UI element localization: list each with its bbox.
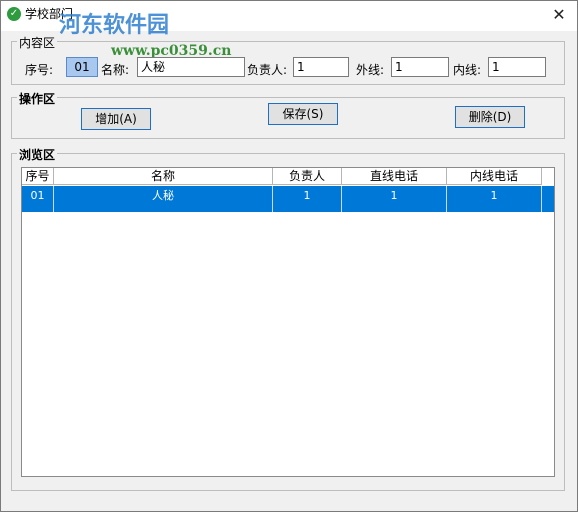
- internal-line-field[interactable]: 1: [488, 57, 546, 77]
- name-field[interactable]: 人秘: [137, 57, 245, 77]
- cell-owner: 1: [273, 186, 342, 212]
- col-header-internal-phone[interactable]: 内线电话: [447, 168, 542, 185]
- table-row[interactable]: 01 人秘 1 1 1: [22, 186, 554, 212]
- check-circle-icon: ✓: [7, 7, 21, 21]
- internal-line-label: 内线:: [453, 63, 482, 77]
- index-field[interactable]: 01: [66, 57, 98, 77]
- cell-internal-phone: 1: [447, 186, 542, 212]
- external-line-label: 外线:: [356, 63, 385, 77]
- save-button[interactable]: 保存(S): [268, 103, 338, 125]
- cell-direct-phone: 1: [342, 186, 447, 212]
- col-header-name[interactable]: 名称: [54, 168, 273, 185]
- browse-group-title: 浏览区: [17, 146, 58, 163]
- external-line-field[interactable]: 1: [391, 57, 449, 77]
- title-bar: ✓ 学校部门 河东软件园 ✕: [1, 1, 577, 38]
- data-grid[interactable]: 序号 名称 负责人 直线电话 内线电话 01 人秘 1 1 1: [21, 167, 555, 477]
- col-header-direct-phone[interactable]: 直线电话: [342, 168, 447, 185]
- owner-label: 负责人:: [247, 63, 288, 77]
- add-button[interactable]: 增加(A): [81, 108, 151, 130]
- delete-button[interactable]: 删除(D): [455, 106, 525, 128]
- name-label: 名称:: [101, 63, 130, 77]
- actions-group-title: 操作区: [17, 90, 58, 107]
- cell-index: 01: [22, 186, 54, 212]
- index-label: 序号:: [25, 63, 54, 77]
- grid-header: 序号 名称 负责人 直线电话 内线电话: [22, 168, 542, 185]
- owner-field[interactable]: 1: [293, 57, 349, 77]
- close-button[interactable]: ✕: [549, 5, 569, 25]
- watermark-logo: 河东软件园: [59, 12, 170, 38]
- col-header-owner[interactable]: 负责人: [273, 168, 342, 185]
- content-group-title: 内容区: [17, 34, 58, 51]
- col-header-index[interactable]: 序号: [22, 168, 54, 185]
- cell-name: 人秘: [54, 186, 273, 212]
- app-window: ✓ 学校部门 河东软件园 ✕ 内容区 www.pc0359.cn 序号: 01 …: [0, 0, 578, 512]
